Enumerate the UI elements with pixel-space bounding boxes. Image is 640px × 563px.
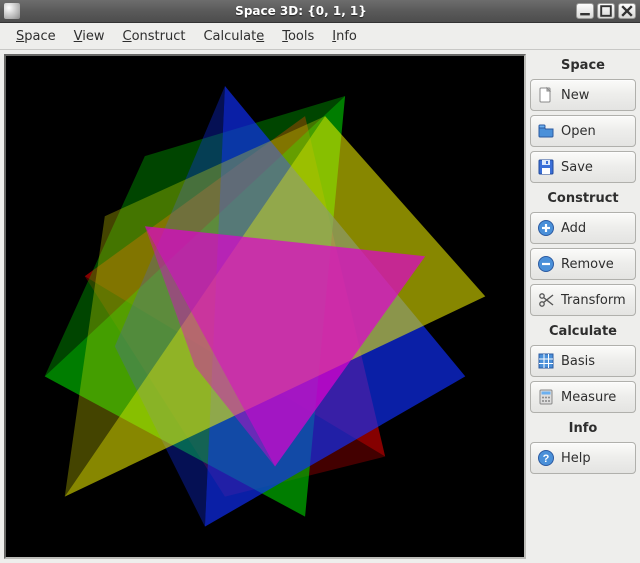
titlebar: Space 3D: {0, 1, 1} [0, 0, 640, 23]
minus-circle-icon [537, 255, 555, 273]
close-icon [619, 3, 635, 19]
help-button[interactable]: ? Help [530, 442, 636, 474]
floppy-save-icon [537, 158, 555, 176]
svg-text:?: ? [543, 453, 550, 465]
menubar: SpaceViewConstructCalculateToolsInfo [0, 23, 640, 50]
save-button[interactable]: Save [530, 151, 636, 183]
transform-label: Transform [561, 293, 629, 308]
measure-button[interactable]: Measure [530, 381, 636, 413]
menu-view[interactable]: View [66, 26, 113, 47]
scissors-icon [537, 291, 555, 309]
app-icon [4, 3, 20, 19]
remove-button[interactable]: Remove [530, 248, 636, 280]
folder-open-icon [537, 122, 555, 140]
maximize-icon [598, 3, 614, 19]
menu-space[interactable]: Space [8, 26, 64, 47]
transform-button[interactable]: Transform [530, 284, 636, 316]
basis-label: Basis [561, 354, 629, 369]
basis-button[interactable]: Basis [530, 345, 636, 377]
remove-label: Remove [561, 257, 629, 272]
new-label: New [561, 88, 629, 103]
close-button[interactable] [618, 3, 636, 19]
new-button[interactable]: New [530, 79, 636, 111]
minimize-icon [577, 3, 593, 19]
calculator-icon [537, 388, 555, 406]
plus-circle-icon [537, 219, 555, 237]
app-window: Space 3D: {0, 1, 1} SpaceViewConstructCa… [0, 0, 640, 563]
maximize-button[interactable] [597, 3, 615, 19]
menu-calculate[interactable]: Calculate [195, 26, 272, 47]
section-header-space: Space [530, 54, 636, 75]
viewport-canvas [6, 56, 524, 557]
section-header-info: Info [530, 417, 636, 438]
section-header-calculate: Calculate [530, 320, 636, 341]
side-panel: Space New Open Save Construct Add Remove Transf… [530, 54, 636, 559]
viewport-3d[interactable] [4, 54, 526, 559]
grid-icon [537, 352, 555, 370]
menu-info[interactable]: Info [324, 26, 365, 47]
menu-construct[interactable]: Construct [115, 26, 194, 47]
window-title: Space 3D: {0, 1, 1} [26, 4, 576, 18]
help-circle-icon: ? [537, 449, 555, 467]
measure-label: Measure [561, 390, 629, 405]
save-label: Save [561, 160, 629, 175]
menu-tools[interactable]: Tools [274, 26, 322, 47]
window-controls [576, 3, 636, 19]
add-label: Add [561, 221, 629, 236]
section-header-construct: Construct [530, 187, 636, 208]
minimize-button[interactable] [576, 3, 594, 19]
content-area: Space New Open Save Construct Add Remove Transf… [0, 50, 640, 563]
help-label: Help [561, 451, 629, 466]
file-new-icon [537, 86, 555, 104]
open-button[interactable]: Open [530, 115, 636, 147]
add-button[interactable]: Add [530, 212, 636, 244]
open-label: Open [561, 124, 629, 139]
